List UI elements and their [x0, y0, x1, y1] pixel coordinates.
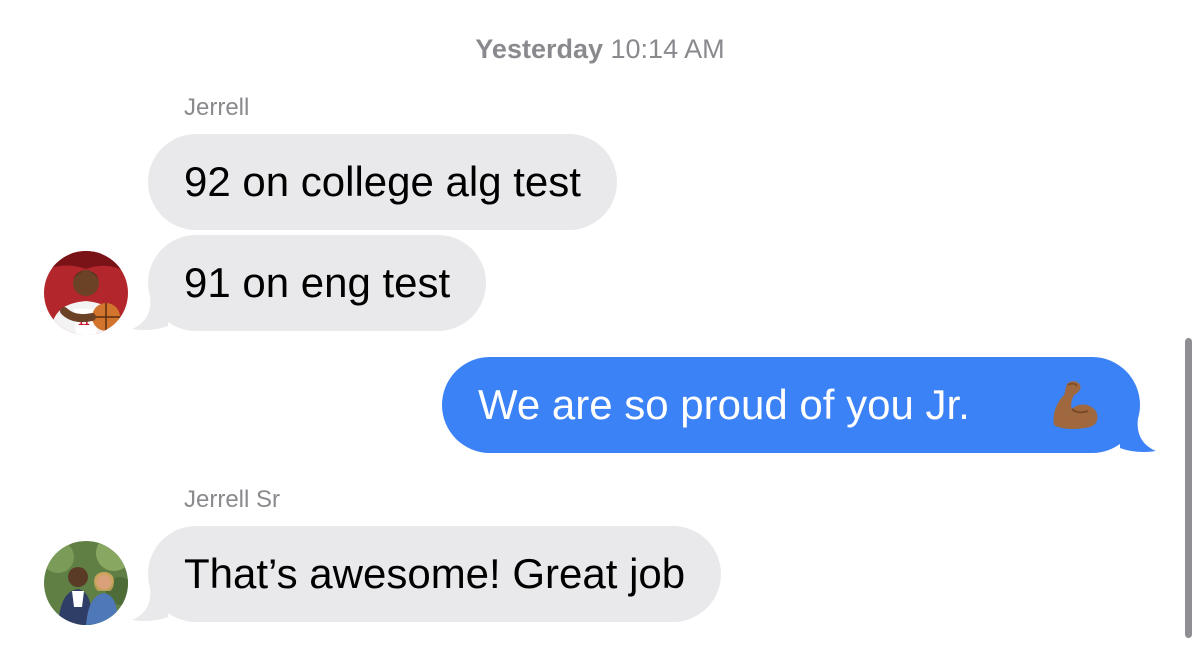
flexed-biceps-icon [1053, 381, 1098, 430]
message-bubble[interactable]: That’s awesome! Great job [148, 526, 722, 622]
timestamp: Yesterday 10:14 AM [0, 34, 1200, 65]
bubble-tail-outgoing [1120, 418, 1156, 452]
message-thread: Yesterday 10:14 AM Jerrell 92 on college… [0, 0, 1200, 649]
avatar-jerrell[interactable]: 11 [44, 251, 128, 335]
sender-name-jerrell-sr: Jerrell Sr [184, 486, 281, 513]
timestamp-day: Yesterday [475, 34, 603, 64]
scrollbar[interactable] [1185, 338, 1192, 638]
avatar-photo-icon [44, 541, 128, 625]
bubble-tail [132, 296, 168, 330]
message-bubble-outgoing[interactable]: We are so proud of you Jr. [442, 357, 1140, 453]
timestamp-time: 10:14 AM [610, 34, 725, 64]
message-text: We are so proud of you Jr. [478, 381, 970, 428]
message-bubble[interactable]: 92 on college alg test [148, 134, 617, 230]
sender-name-jerrell: Jerrell [184, 94, 250, 121]
avatar-photo-icon: 11 [44, 251, 128, 335]
avatar-jerrell-sr[interactable] [44, 541, 128, 625]
message-bubble[interactable]: 91 on eng test [148, 235, 487, 331]
bubble-tail [132, 587, 168, 621]
